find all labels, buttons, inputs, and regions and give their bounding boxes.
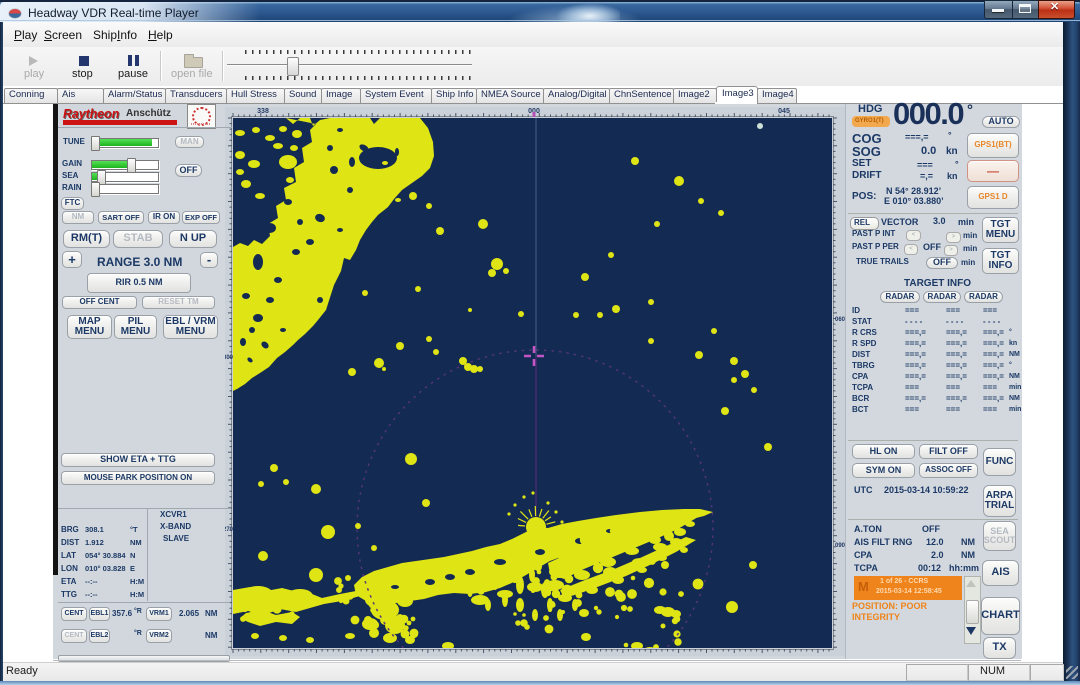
svg-text:090: 090: [835, 543, 845, 549]
svg-text:300: 300: [225, 355, 234, 361]
svg-text:338: 338: [257, 108, 269, 115]
svg-text:060: 060: [835, 317, 845, 323]
svg-text:045: 045: [778, 108, 790, 115]
